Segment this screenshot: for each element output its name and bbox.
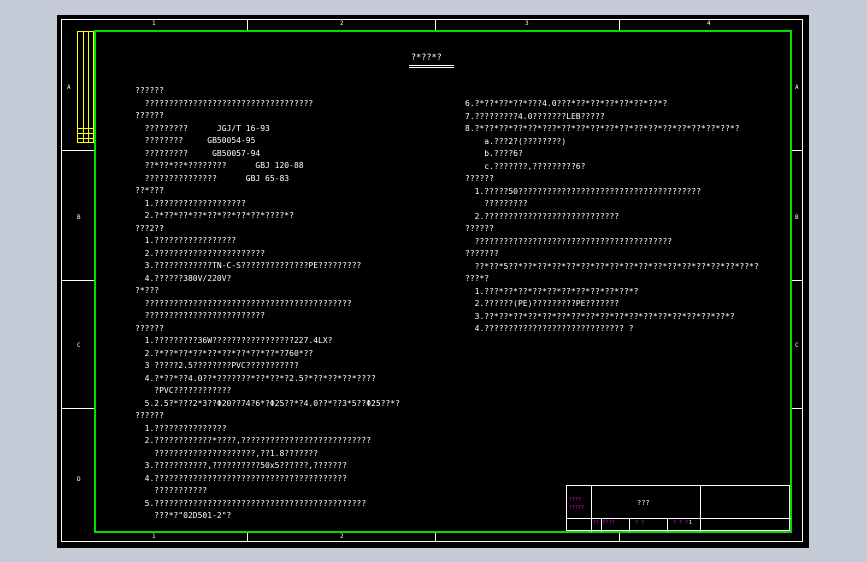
title-block-drawing-name: ??? <box>637 499 650 507</box>
note-line: 2.?*??*??*??*??*??*??*??*????*? <box>135 211 294 220</box>
note-line: a.???2?(????????) <box>465 136 567 146</box>
zone-divider <box>792 408 803 409</box>
zone-label-left-B: B <box>77 214 81 221</box>
note-line: ????????? GB50057-94 <box>135 148 261 158</box>
note-line: ?????? <box>135 111 164 120</box>
note-line: c.???????,?????????6? <box>465 161 586 171</box>
title-block-designer: ???? <box>569 497 582 503</box>
note-line: 1.??????????????????? <box>135 198 246 208</box>
zone-label-bottom-2: 2 <box>340 533 344 540</box>
zone-divider <box>619 533 620 542</box>
zone-label-right-A: A <box>795 84 799 91</box>
note-line: ?????? <box>135 323 164 333</box>
note-line: ?????? <box>135 86 164 95</box>
note-line: ???*?"02D501-2"? <box>135 511 232 520</box>
note-line: ????????????????????????????????????????… <box>465 236 673 246</box>
note-line: ??????????? <box>135 486 208 495</box>
note-line: ??????????????? GBJ 65-83 <box>135 173 290 183</box>
note-line: 3.???????????,??????????50x5??????,?????… <box>135 461 347 470</box>
note-line: 3 ?????2.5????????PVC??????????? <box>135 361 299 370</box>
note-line: 8.?*??*??*??*??*???*??*??*??*??*??*??*??… <box>465 124 740 133</box>
note-line: 2.??????????????????????? <box>135 248 266 258</box>
zone-divider <box>247 19 248 30</box>
title-block-row-4: ? ? ? <box>673 520 689 526</box>
zone-divider <box>247 533 248 542</box>
note-line: 2.?*??*??*??*??*??*??*??*??*?760*?? <box>135 348 314 358</box>
note-line: b.????6? <box>465 149 523 158</box>
drawing-title: ?*??*? <box>411 53 442 63</box>
title-block-row-1: ?? ?? <box>593 520 609 526</box>
zone-label-right-B: B <box>795 214 799 221</box>
note-line: 5.2.5?*???2*3??Φ20??74?6*?Φ25??*?4.0??*?… <box>135 398 400 408</box>
note-line: 2.???????????????????????????? <box>465 211 620 221</box>
note-line: 2.????????????*????,????????????????????… <box>135 436 372 445</box>
zone-divider <box>61 280 94 281</box>
zone-label-right-C: C <box>795 342 799 349</box>
note-line: 1.?????????36W?????????????????227.4LX? <box>135 336 333 345</box>
note-line: ?????? <box>135 411 164 420</box>
title-block-row-2: ?? <box>609 520 616 526</box>
zone-divider <box>619 19 620 30</box>
note-line: ????????????????????????????????????????… <box>135 298 352 308</box>
zone-divider <box>61 150 94 151</box>
note-line: ??*??? <box>135 186 164 195</box>
drawing-canvas: 1 2 3 4 1 2 A B C D A B C ?*??*? ?????? … <box>57 15 809 548</box>
note-line: 2.??????(PE)?????????PE??????? <box>465 299 620 308</box>
note-line: ?PVC???????????? <box>135 386 232 395</box>
zone-divider <box>792 280 803 281</box>
note-line: ????????????????????????? <box>135 311 266 320</box>
title-underline <box>409 67 454 68</box>
zone-label-top-1: 1 <box>152 20 156 27</box>
zone-divider <box>435 533 436 542</box>
note-line: 4.????????????????????????????? ? <box>465 324 634 333</box>
note-line: 1.??????????????? <box>135 423 227 433</box>
note-line: ?????????????????????,??1.8??????? <box>135 448 319 458</box>
zone-divider <box>435 19 436 30</box>
note-line: 3.??*??*??*??*??*??*??*??*??*??*??*??*??… <box>465 311 735 321</box>
note-line: ????????? <box>465 199 528 208</box>
note-line: ??*??*??*???????? GBJ 120-88 <box>135 161 304 170</box>
note-line: ???????? GB50054-95 <box>135 136 256 145</box>
note-line: ???*? <box>465 274 490 283</box>
zone-divider <box>792 150 803 151</box>
zone-label-left-A: A <box>67 84 71 91</box>
note-line: 4.??????????????????????????????????????… <box>135 473 347 483</box>
zone-label-left-C: C <box>77 342 81 349</box>
note-line: ??*??*5??*??*??*??*??*??*??*??*??*??*??*… <box>465 261 759 271</box>
note-line: ????????? JGJ/T 16-93 <box>135 123 270 133</box>
note-line: 1.????????????????? <box>135 236 237 245</box>
note-line: 5.??????????????????????????????????????… <box>135 498 367 508</box>
note-line: 1.???*??*??*??*??*??*??*??*??*??*? <box>465 286 639 296</box>
revision-grid <box>77 31 94 143</box>
title-underline <box>409 65 454 66</box>
title-block-row-3: ? ? <box>635 520 645 526</box>
title-block-page-number: 1 <box>689 520 693 526</box>
note-line: 6.?*??*??*??*???4.0???*??*??*??*??*??*??… <box>465 99 668 108</box>
note-line: 4.?*??*??4.0??*???????*??*??*?2.5?*??*??… <box>135 373 376 383</box>
zone-label-top-2: 2 <box>340 20 344 27</box>
notes-left-column: ?????? ?????????????????????????????????… <box>135 85 400 523</box>
note-line: 1.?????50???????????????????????????????… <box>465 186 702 196</box>
note-line: ???2?? <box>135 223 164 233</box>
zone-label-top-4: 4 <box>707 20 711 27</box>
note-line: 4.??????380V/220V? <box>135 273 232 283</box>
note-line: ?????? <box>465 224 494 233</box>
note-line: ?????? <box>465 174 494 183</box>
zone-divider <box>61 408 94 409</box>
zone-label-top-3: 3 <box>525 20 529 27</box>
note-line: ??????? <box>465 249 499 258</box>
title-block: ???? ????? ??? ?? ?? ?? ? ? ? ? ? 1 <box>566 485 791 532</box>
title-block-company: ????? <box>569 505 585 511</box>
zone-label-left-D: D <box>77 476 81 483</box>
note-line: ??????????????????????????????????? <box>135 98 314 108</box>
note-line: ?*??? <box>135 286 160 295</box>
notes-right-column: 6.?*??*??*??*???4.0???*??*??*??*??*??*??… <box>465 98 759 336</box>
zone-label-bottom-1: 1 <box>152 533 156 540</box>
note-line: 7.?????????4.0???????LEB????? <box>465 111 605 121</box>
note-line: 3.????????????TN-C-S??????????????PE????… <box>135 261 362 270</box>
